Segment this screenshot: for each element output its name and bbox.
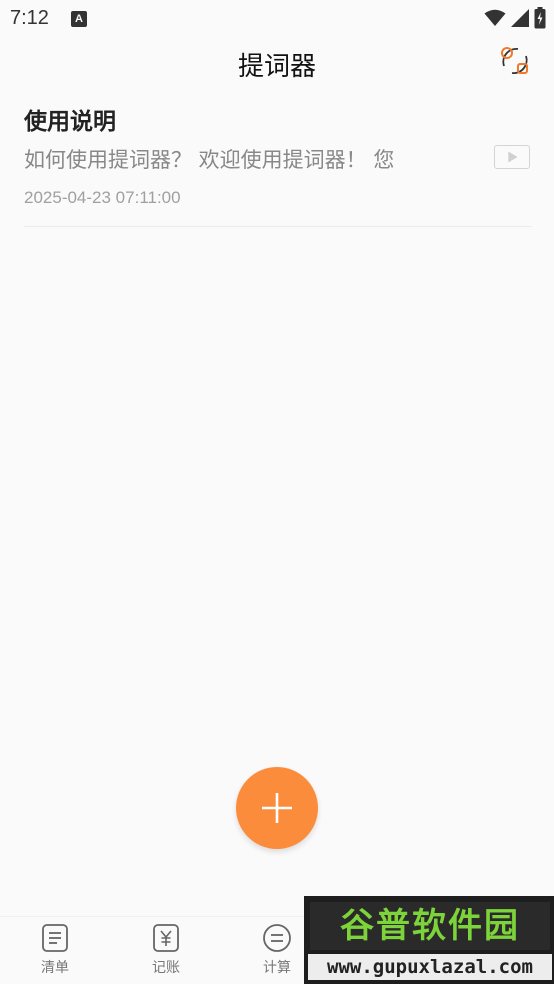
watermark: 谷普软件园 www.gupuxlazal.com — [304, 896, 554, 984]
status-time: 7:12 — [10, 7, 49, 29]
note-list-item[interactable]: 使用说明 如何使用提词器？ 欢迎使用提词器！ 您 2025-04-23 07:1… — [24, 96, 532, 227]
status-bar: 7:12 A — [0, 0, 554, 36]
watermark-brand: 谷普软件园 — [310, 902, 550, 950]
status-icons — [484, 7, 546, 29]
nav-item-list[interactable]: 清单 — [20, 923, 90, 983]
list-icon — [42, 924, 68, 952]
wifi-icon — [484, 9, 506, 26]
nav-label-accounting: 记账 — [152, 960, 180, 976]
app-header: 提词器 — [0, 36, 554, 90]
page-title: 提词器 — [237, 52, 316, 82]
calculator-icon — [263, 924, 291, 952]
signal-icon — [511, 9, 529, 27]
battery-icon — [534, 7, 546, 29]
add-note-button[interactable] — [236, 767, 318, 849]
nav-label-calculator: 计算 — [263, 960, 291, 976]
sync-icon[interactable] — [498, 44, 532, 78]
plus-icon — [262, 793, 292, 823]
watermark-url: www.gupuxlazal.com — [308, 954, 552, 980]
nav-item-accounting[interactable]: 记账 — [131, 923, 201, 983]
notification-a-icon: A — [71, 11, 87, 27]
nav-item-calculator[interactable]: 计算 — [242, 923, 312, 983]
note-date: 2025-04-23 07:11:00 — [24, 188, 181, 207]
play-icon[interactable] — [494, 145, 530, 169]
yuan-icon — [153, 924, 179, 952]
note-preview: 如何使用提词器？ 欢迎使用提词器！ 您 — [24, 148, 395, 172]
note-title: 使用说明 — [24, 109, 116, 135]
nav-label-list: 清单 — [41, 960, 69, 976]
